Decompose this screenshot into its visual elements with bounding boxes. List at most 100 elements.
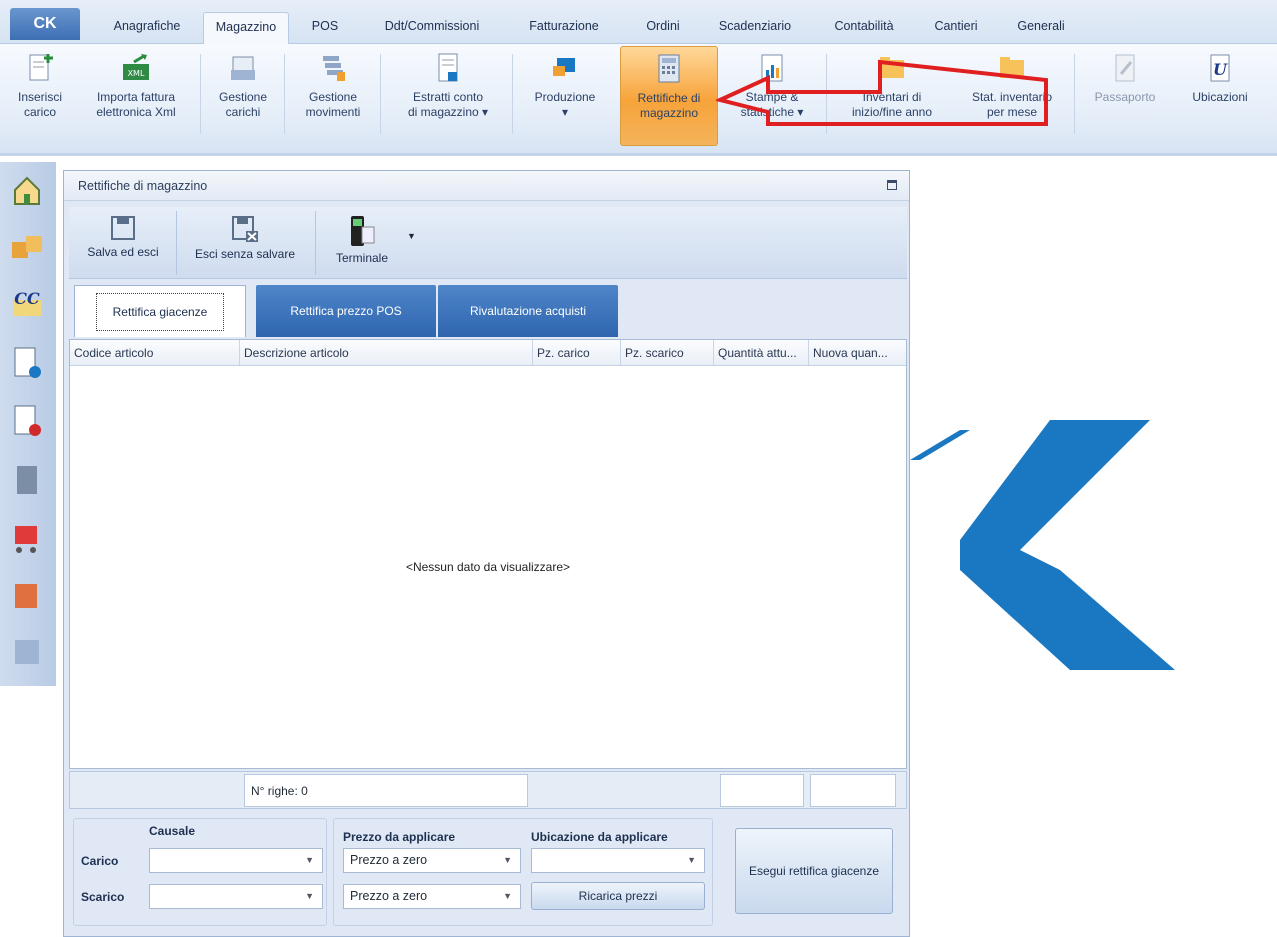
- orders-icon[interactable]: [7, 576, 47, 616]
- rettifiche-window: Rettifiche di magazzino Salva ed esci Es…: [63, 170, 910, 937]
- tab-generali[interactable]: Generali: [1000, 12, 1082, 42]
- exit-no-save-button[interactable]: Esci senza salvare: [181, 207, 309, 279]
- scarico-label: Scarico: [81, 890, 125, 904]
- label: Inserisci: [17, 90, 62, 104]
- ubicazione-select[interactable]: ▼: [531, 848, 705, 873]
- svg-text:CC: CC: [14, 289, 40, 308]
- tab-rivalutazione-acquisti[interactable]: Rivalutazione acquisti: [438, 285, 618, 337]
- label: Gestione: [308, 90, 358, 104]
- col-descrizione[interactable]: Descrizione articolo: [240, 340, 533, 366]
- minimize-icon[interactable]: [887, 180, 897, 190]
- esegui-rettifica-button[interactable]: Esegui rettifica giacenze: [735, 828, 893, 914]
- footer-total-new: [810, 774, 896, 807]
- tab-rettifica-giacenze[interactable]: Rettifica giacenze: [74, 285, 246, 337]
- svg-text:XML: XML: [128, 69, 145, 78]
- cantieri-icon[interactable]: [7, 632, 47, 672]
- window-toolbar: Salva ed esci Esci senza salvare Termina…: [69, 207, 907, 279]
- label: di magazzino ▾: [407, 105, 489, 119]
- col-nuova-quantita[interactable]: Nuova quan...: [809, 340, 906, 366]
- tab-rettifica-prezzo-pos[interactable]: Rettifica prezzo POS: [256, 285, 436, 337]
- label: carico: [23, 105, 56, 119]
- causale-carico-select[interactable]: ▼: [149, 848, 323, 873]
- left-navbar: CC: [0, 162, 56, 686]
- window-title-text: Rettifiche di magazzino: [78, 179, 208, 193]
- selected-value: Prezzo a zero: [350, 853, 428, 867]
- carico-label: Carico: [81, 854, 119, 868]
- tab-anagrafiche[interactable]: Anagrafiche: [100, 12, 194, 42]
- prezzo-label: Prezzo da applicare: [343, 830, 456, 844]
- label: Ubicazioni: [1192, 90, 1248, 104]
- tab-label: Rettifica giacenze: [95, 293, 225, 331]
- label: Rettifiche di: [637, 91, 701, 105]
- grid-header: Codice articolo Descrizione articolo Pz.…: [70, 340, 906, 366]
- calculator-icon: [658, 54, 680, 83]
- ricarica-prezzi-button[interactable]: Ricarica prezzi: [531, 882, 705, 910]
- tab-cantieri[interactable]: Cantieri: [920, 12, 992, 42]
- label: Produzione: [534, 90, 596, 104]
- new-document-icon: [29, 54, 53, 81]
- terminal-dropdown-icon[interactable]: ▼: [407, 231, 416, 241]
- tab-ddt[interactable]: Ddt/Commissioni: [362, 12, 502, 42]
- svg-text:U: U: [1213, 60, 1228, 79]
- gestione-carichi-button[interactable]: Gestione carichi: [206, 46, 280, 146]
- label: movimenti: [305, 105, 361, 119]
- terminal-label: Terminale: [335, 251, 389, 265]
- prezzo-carico-select[interactable]: Prezzo a zero ▼: [343, 848, 521, 873]
- xml-import-icon: XML: [123, 54, 149, 80]
- tab-ordini[interactable]: Ordini: [628, 12, 698, 42]
- rettifiche-magazzino-button[interactable]: Rettifiche di magazzino: [620, 46, 718, 146]
- inserisci-carico-button[interactable]: Inserisci carico: [8, 46, 72, 146]
- annotation-arrow-icon: [716, 59, 1048, 126]
- home-icon[interactable]: [7, 170, 47, 210]
- movements-icon: [323, 56, 345, 81]
- causale-scarico-select[interactable]: ▼: [149, 884, 323, 909]
- label: carichi: [225, 105, 261, 119]
- save-icon: [111, 216, 135, 240]
- ribbon: Inserisci carico XML Importa fattura elett…: [0, 44, 1277, 156]
- data-grid[interactable]: Codice articolo Descrizione articolo Pz.…: [69, 339, 907, 769]
- col-pz-scarico[interactable]: Pz. scarico: [621, 340, 714, 366]
- estratti-conto-button[interactable]: Estratti conto di magazzino ▾: [388, 46, 508, 146]
- cc-icon[interactable]: CC: [7, 282, 47, 322]
- production-icon: [553, 58, 575, 76]
- document-user-red-icon[interactable]: [7, 402, 47, 442]
- tab-contabilita[interactable]: Contabilità: [818, 12, 910, 42]
- label: magazzino: [639, 106, 699, 120]
- label: Importa fattura: [96, 90, 176, 104]
- tab-scadenziario[interactable]: Scadenziario: [705, 12, 805, 42]
- gestione-movimenti-button[interactable]: Gestione movimenti: [290, 46, 376, 146]
- produzione-button[interactable]: Produzione ▾: [520, 46, 610, 146]
- tab-pos[interactable]: POS: [300, 12, 350, 42]
- importa-fattura-button[interactable]: XML Importa fattura elettronica Xml: [78, 46, 194, 146]
- printer-icon[interactable]: [7, 460, 47, 500]
- save-cancel-icon: [232, 216, 258, 242]
- ribbon-tabbar: CK Anagrafiche Magazzino POS Ddt/Commiss…: [0, 0, 1277, 45]
- col-quantita-attuale[interactable]: Quantità attu...: [714, 340, 809, 366]
- save-exit-button[interactable]: Salva ed esci: [75, 207, 171, 279]
- window-title: Rettifiche di magazzino: [64, 171, 909, 201]
- col-codice[interactable]: Codice articolo: [70, 340, 240, 366]
- ubicazione-label: Ubicazione da applicare: [531, 830, 668, 844]
- causale-label: Causale: [149, 824, 196, 838]
- grid-footer: N° righe: 0: [69, 771, 907, 809]
- document-user-icon[interactable]: [7, 344, 47, 384]
- col-pz-carico[interactable]: Pz. carico: [533, 340, 621, 366]
- ubicazioni-button[interactable]: U Ubicazioni: [1176, 46, 1264, 146]
- tab-fatturazione[interactable]: Fatturazione: [514, 12, 614, 42]
- passport-icon: [1115, 54, 1135, 82]
- selected-value: Prezzo a zero: [350, 889, 428, 903]
- label: Estratti conto: [412, 90, 484, 104]
- row-count: N° righe: 0: [244, 774, 528, 807]
- save-label: Salva ed esci: [87, 245, 159, 259]
- terminal-button[interactable]: Terminale: [321, 207, 403, 279]
- prezzo-scarico-select[interactable]: Prezzo a zero ▼: [343, 884, 521, 909]
- tab-magazzino[interactable]: Magazzino: [203, 12, 289, 45]
- cart-icon[interactable]: [7, 518, 47, 558]
- brand-logo: [910, 420, 1175, 670]
- label: Passaporto: [1094, 90, 1156, 104]
- boxes-icon[interactable]: [7, 226, 47, 266]
- app-menu-button[interactable]: CK: [10, 8, 80, 40]
- passaporto-button[interactable]: Passaporto: [1080, 46, 1170, 146]
- exit-label: Esci senza salvare: [194, 247, 296, 261]
- label: elettronica Xml: [96, 105, 176, 119]
